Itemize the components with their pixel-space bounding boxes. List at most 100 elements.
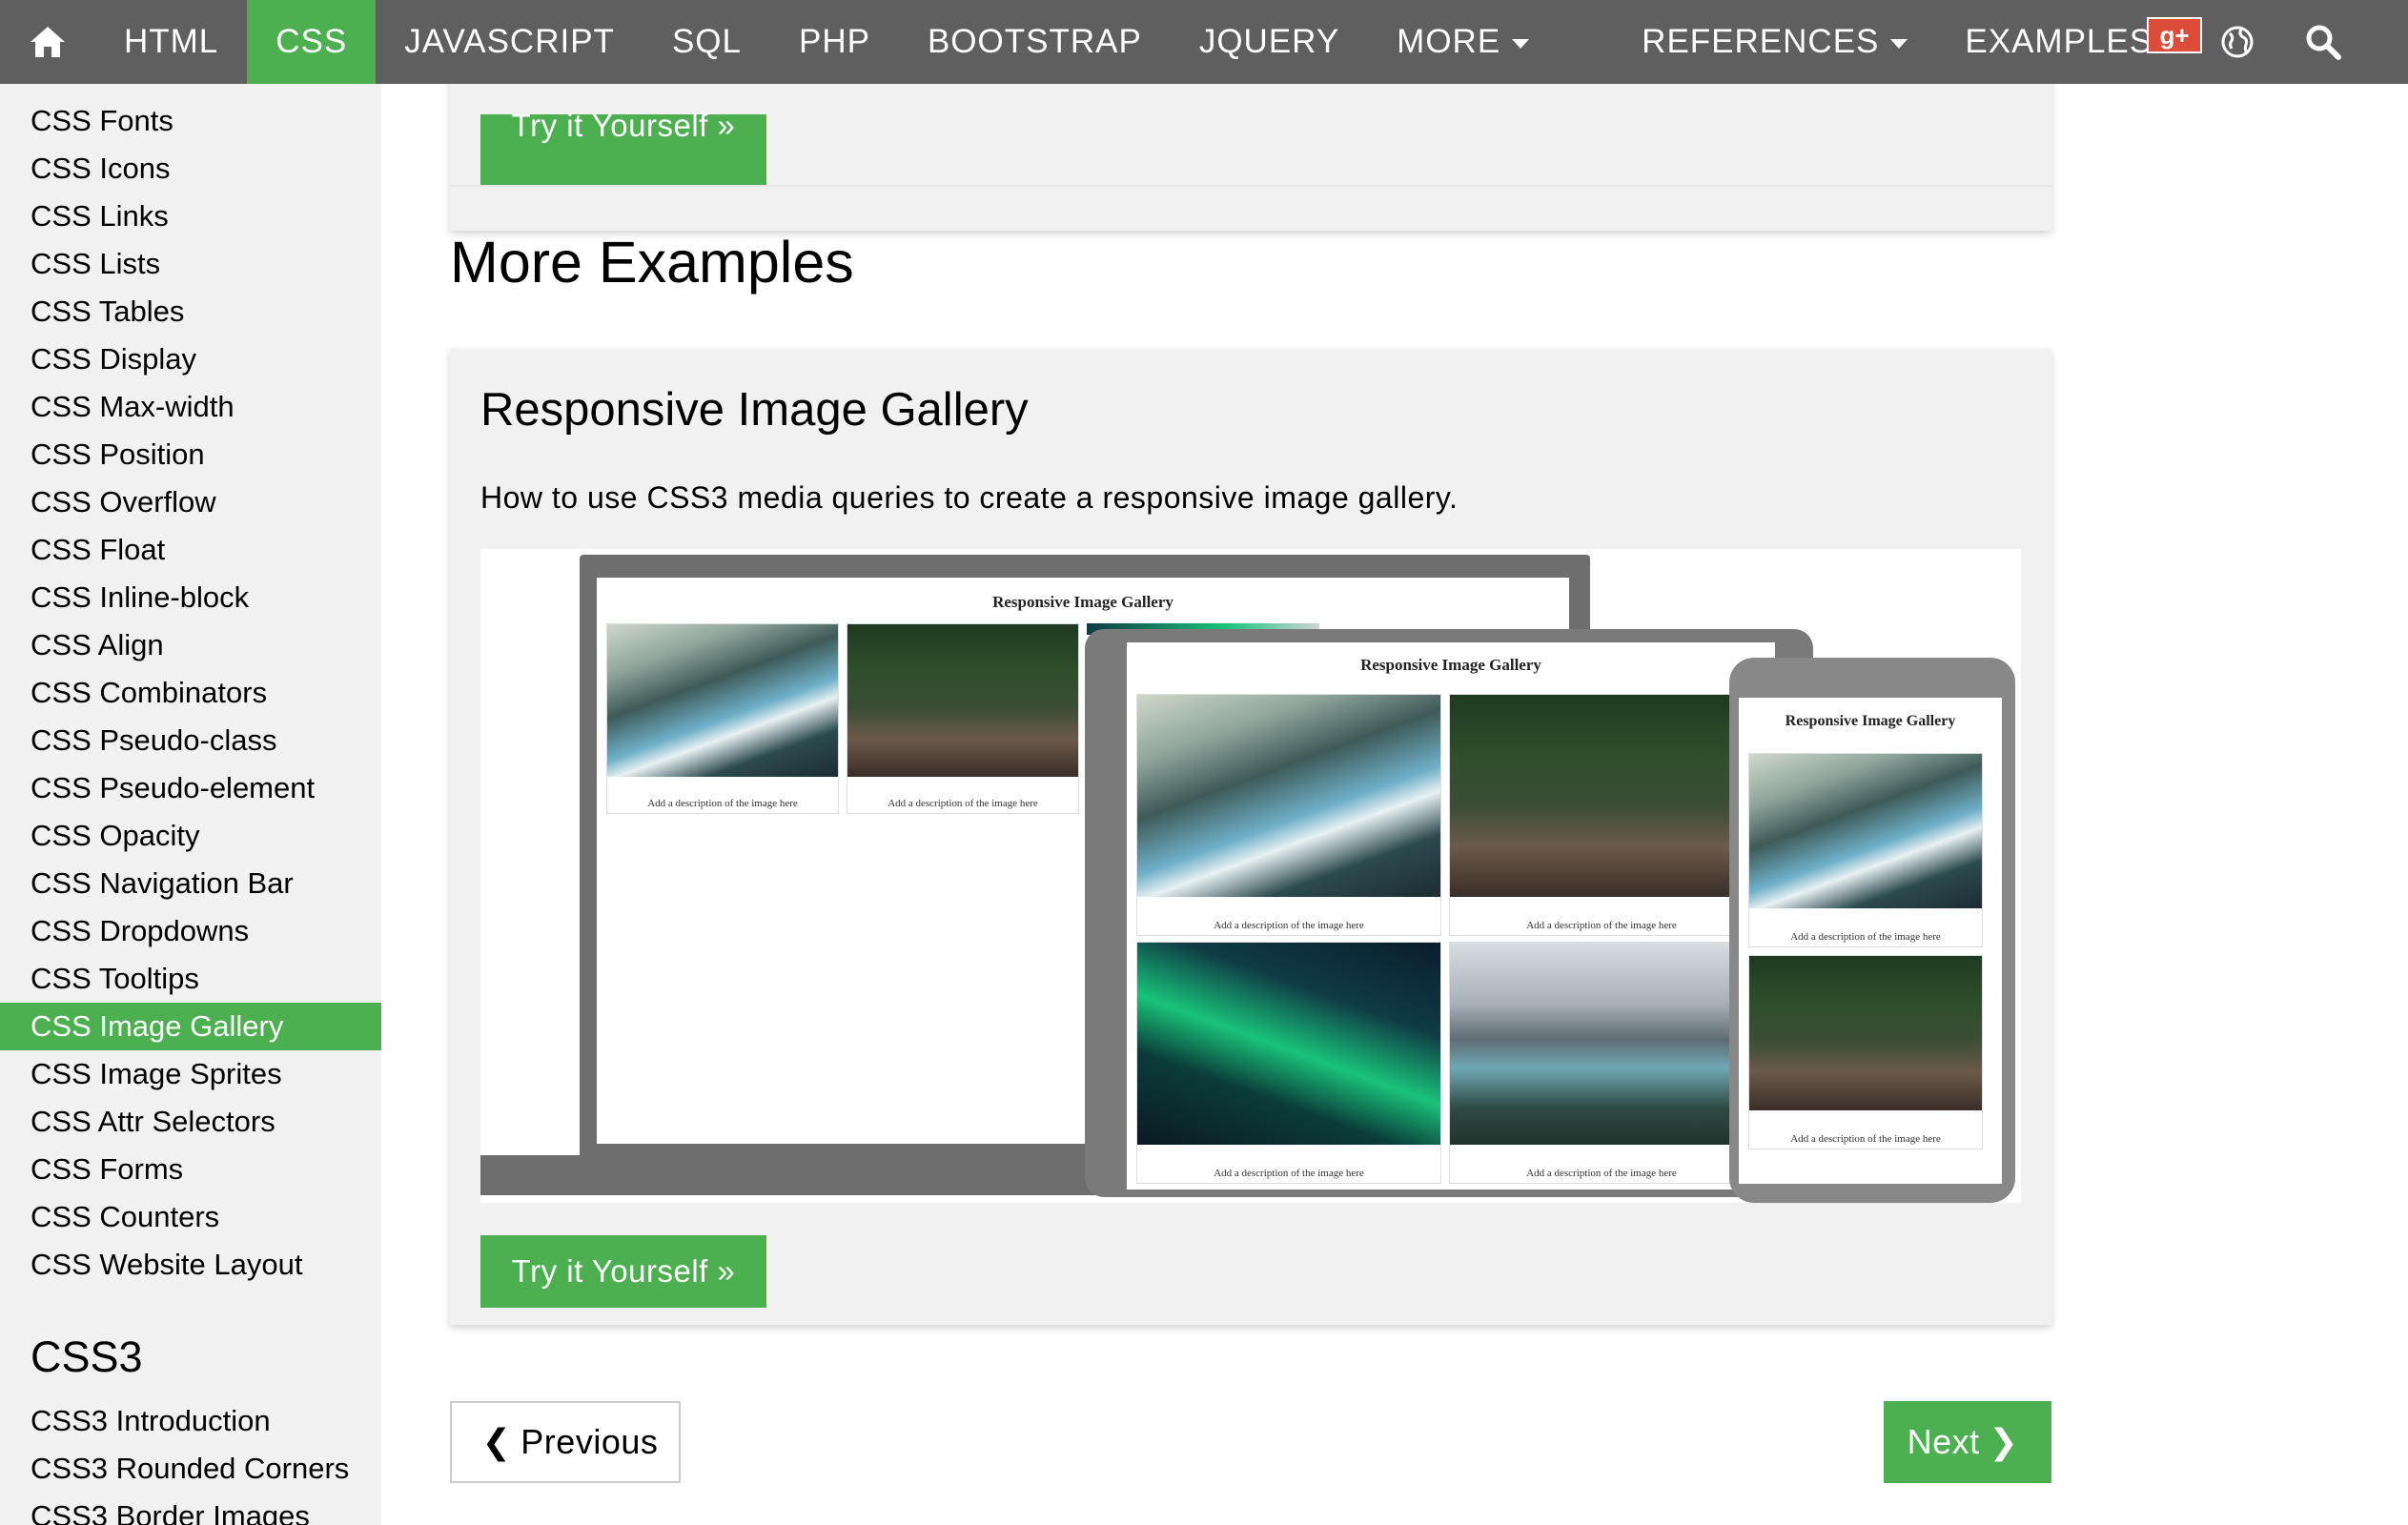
google-plus-icon[interactable]: g+: [2147, 17, 2202, 53]
previous-example-card: Try it Yourself »: [450, 74, 2051, 231]
sidebar-item-css-links[interactable]: CSS Links: [0, 193, 381, 240]
section-title: More Examples: [450, 230, 854, 295]
forest-bridge-photo: [1749, 956, 1982, 1110]
try-it-yourself-label: Try it Yourself »: [511, 1253, 736, 1289]
sidebar-item-css-image-sprites[interactable]: CSS Image Sprites: [0, 1050, 381, 1098]
sidebar-item-css-attr-selectors[interactable]: CSS Attr Selectors: [0, 1098, 381, 1146]
sidebar-item-css-inline-block[interactable]: CSS Inline-block: [0, 574, 381, 621]
sidebar-item-css-website-layout[interactable]: CSS Website Layout: [0, 1241, 381, 1289]
sidebar-list-css3: CSS3 Introduction CSS3 Rounded Corners CSS…: [0, 1397, 381, 1525]
thumb-caption: Add a description of the image here: [1790, 931, 1941, 943]
home-button[interactable]: [0, 0, 95, 84]
sidebar-item-css-image-gallery[interactable]: CSS Image Gallery: [0, 1003, 381, 1050]
section-divider: [450, 185, 2051, 187]
tablet-gallery-title: Responsive Image Gallery: [1360, 656, 1541, 674]
nav-more-label: MORE: [1397, 23, 1501, 60]
thumb-caption: Add a description of the image here: [888, 798, 1038, 809]
example-title: Responsive Image Gallery: [480, 384, 1029, 436]
sidebar-item-css-display[interactable]: CSS Display: [0, 336, 381, 383]
previous-label: Previous: [520, 1422, 659, 1461]
fjord-photo: [607, 624, 838, 777]
aurora-photo: [1137, 943, 1440, 1145]
caret-down-icon: [1890, 39, 1908, 49]
laptop-thumb-forest: Add a description of the image here: [847, 623, 1079, 814]
previous-button[interactable]: ❮ Previous: [450, 1401, 681, 1483]
example-card: Responsive Image Gallery How to use CSS3…: [450, 349, 2051, 1325]
sidebar-item-css3-border-images[interactable]: CSS3 Border Images: [0, 1493, 381, 1525]
phone-screen: Responsive Image Gallery Add a descripti…: [1739, 698, 2002, 1184]
next-label: Next: [1907, 1422, 1980, 1461]
globe-button[interactable]: [2194, 0, 2280, 84]
sidebar-item-css-pseudo-element[interactable]: CSS Pseudo-element: [0, 764, 381, 812]
sidebar-item-css-tooltips[interactable]: CSS Tooltips: [0, 955, 381, 1003]
forest-bridge-photo: [847, 624, 1078, 777]
tablet-thumb-fjord: Add a description of the image here: [1136, 694, 1441, 936]
sidebar-item-css-opacity[interactable]: CSS Opacity: [0, 812, 381, 860]
tablet-mockup: Responsive Image Gallery Add a descripti…: [1085, 629, 1813, 1197]
sidebar-item-css-fonts[interactable]: CSS Fonts: [0, 97, 381, 145]
nav-examples[interactable]: EXAMPLES: [1936, 0, 2181, 84]
sidebar-list: CSS Fonts CSS Icons CSS Links CSS Lists CSS …: [0, 84, 381, 1289]
thumb-caption: Add a description of the image here: [1214, 1168, 1364, 1179]
nav-php[interactable]: PHP: [770, 0, 899, 84]
tablet-thumb-aurora: Add a description of the image here: [1136, 942, 1441, 1184]
fjord-photo: [1137, 695, 1440, 897]
sidebar-item-css-max-width[interactable]: CSS Max-width: [0, 383, 381, 431]
sidebar-item-css-icons[interactable]: CSS Icons: [0, 145, 381, 193]
sidebar-item-css-position[interactable]: CSS Position: [0, 431, 381, 478]
sidebar-item-css-align[interactable]: CSS Align: [0, 621, 381, 669]
next-button[interactable]: Next ❯: [1884, 1401, 2051, 1483]
nav-more[interactable]: MORE: [1368, 0, 1558, 84]
phone-thumb-fjord: Add a description of the image here: [1748, 753, 1983, 947]
sidebar-item-css-navigation-bar[interactable]: CSS Navigation Bar: [0, 860, 381, 907]
home-icon: [31, 27, 65, 57]
thumb-caption: Add a description of the image here: [1214, 920, 1364, 931]
laptop-thumb-fjord: Add a description of the image here: [606, 623, 839, 814]
sidebar-item-css-counters[interactable]: CSS Counters: [0, 1193, 381, 1241]
search-icon: [2306, 25, 2342, 60]
thumb-caption: Add a description of the image here: [647, 798, 798, 809]
chevron-left-icon: ❮: [481, 1422, 512, 1461]
thumb-caption: Add a description of the image here: [1526, 1168, 1677, 1179]
chevron-right-icon: ❯: [1989, 1422, 2019, 1461]
try-it-yourself-button-top[interactable]: Try it Yourself »: [480, 108, 766, 187]
sidebar-item-css-combinators[interactable]: CSS Combinators: [0, 669, 381, 717]
top-navigation: HTML CSS JAVASCRIPT SQL PHP BOOTSTRAP JQ…: [0, 0, 2408, 84]
pagination: ❮ Previous Next ❯: [450, 1401, 2051, 1483]
nav-sql[interactable]: SQL: [643, 0, 770, 84]
gallery-preview-image: Responsive Image Gallery Add a descripti…: [480, 549, 2021, 1203]
forest-bridge-photo: [1450, 695, 1753, 897]
search-button[interactable]: [2280, 0, 2366, 84]
try-it-yourself-button[interactable]: Try it Yourself »: [480, 1235, 766, 1308]
example-description: How to use CSS3 media queries to create …: [480, 480, 1459, 515]
nav-references-label: REFERENCES: [1642, 23, 1880, 60]
tablet-thumb-lake: Add a description of the image here: [1449, 942, 1754, 1184]
nav-css[interactable]: CSS: [247, 0, 377, 84]
nav-references[interactable]: REFERENCES: [1613, 0, 1936, 84]
nav-javascript[interactable]: JAVASCRIPT: [376, 0, 643, 84]
tablet-thumb-forest: Add a description of the image here: [1449, 694, 1754, 936]
sidebar-item-css3-introduction[interactable]: CSS3 Introduction: [0, 1397, 381, 1445]
fjord-photo: [1749, 754, 1982, 908]
sidebar-item-css-tables[interactable]: CSS Tables: [0, 288, 381, 336]
phone-mockup: Responsive Image Gallery Add a descripti…: [1729, 658, 2015, 1203]
sidebar-item-css-forms[interactable]: CSS Forms: [0, 1146, 381, 1193]
nav-html[interactable]: HTML: [95, 0, 247, 84]
sidebar-item-css3-rounded-corners[interactable]: CSS3 Rounded Corners: [0, 1445, 381, 1493]
mountain-lake-photo: [1450, 943, 1753, 1145]
sidebar-heading-css3: CSS3: [31, 1332, 143, 1381]
sidebar-item-css-float[interactable]: CSS Float: [0, 526, 381, 574]
sidebar-item-css-overflow[interactable]: CSS Overflow: [0, 478, 381, 526]
phone-gallery-title: Responsive Image Gallery: [1785, 713, 1956, 729]
sidebar-item-css-dropdowns[interactable]: CSS Dropdowns: [0, 907, 381, 955]
nav-jquery[interactable]: JQUERY: [1171, 0, 1368, 84]
sidebar-item-css-lists[interactable]: CSS Lists: [0, 240, 381, 288]
nav-bootstrap[interactable]: BOOTSTRAP: [899, 0, 1171, 84]
thumb-caption: Add a description of the image here: [1790, 1133, 1941, 1145]
try-it-yourself-label-top: Try it Yourself »: [511, 108, 736, 143]
phone-thumb-forest: Add a description of the image here: [1748, 955, 1983, 1149]
sidebar-item-css-pseudo-class[interactable]: CSS Pseudo-class: [0, 717, 381, 764]
laptop-gallery-title: Responsive Image Gallery: [992, 593, 1173, 611]
tablet-screen: Responsive Image Gallery Add a descripti…: [1127, 642, 1775, 1190]
